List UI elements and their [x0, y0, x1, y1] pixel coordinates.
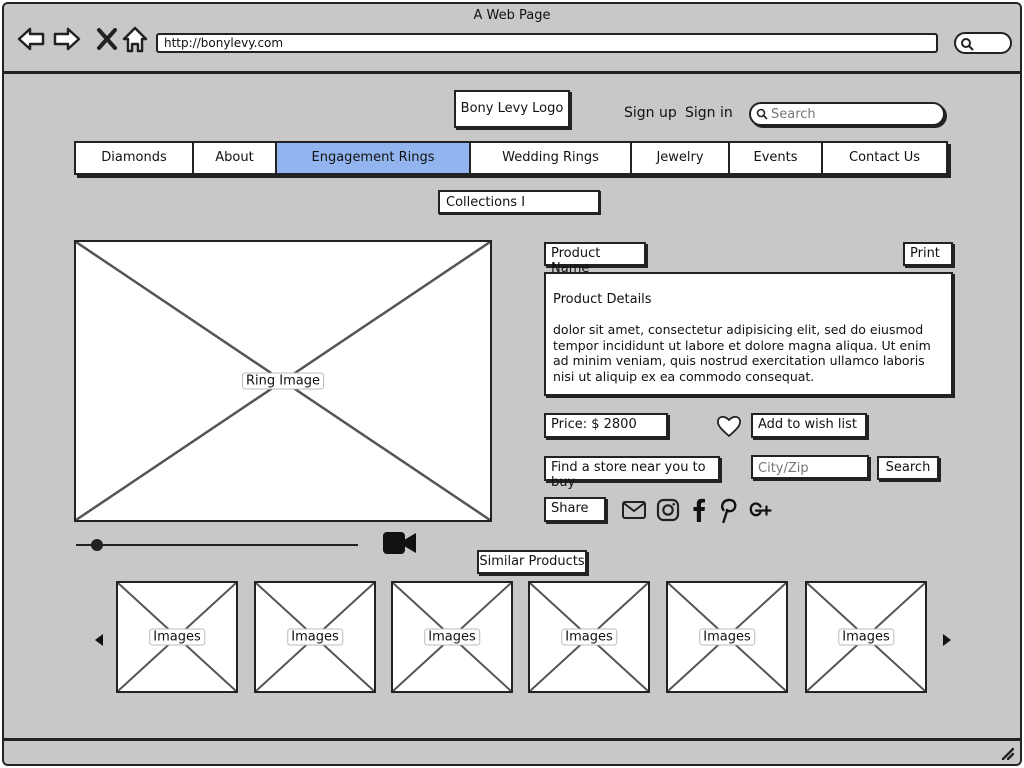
- similar-product-image[interactable]: Images: [528, 581, 650, 693]
- instagram-icon[interactable]: [655, 497, 681, 523]
- product-name: Product Name: [544, 242, 646, 276]
- pinterest-icon[interactable]: [716, 497, 740, 523]
- share-button[interactable]: Share: [544, 497, 606, 522]
- site-logo[interactable]: Bony Levy Logo: [454, 90, 570, 128]
- ring-image-placeholder: Ring Image: [74, 240, 492, 522]
- city-zip-input[interactable]: [758, 459, 863, 477]
- similar-product-label: Images: [838, 628, 894, 646]
- print-button[interactable]: Print: [903, 242, 953, 266]
- product-details: Product Details dolor sit amet, consecte…: [544, 272, 953, 396]
- similar-product-label: Images: [699, 628, 755, 646]
- similar-product-label: Images: [424, 628, 480, 646]
- browser-window: A Web Page http://bonylevy.com Bony Levy…: [2, 2, 1022, 766]
- similar-product-image[interactable]: Images: [254, 581, 376, 693]
- nav-jewelry[interactable]: Jewelry: [632, 143, 730, 173]
- media-slider-thumb[interactable]: [91, 539, 103, 551]
- similar-product-label: Images: [149, 628, 205, 646]
- media-slider-track[interactable]: [76, 544, 358, 546]
- city-zip-field[interactable]: [751, 455, 869, 479]
- facebook-icon[interactable]: [688, 497, 710, 523]
- add-to-wish-list-button[interactable]: Add to wish list: [751, 413, 867, 438]
- similar-product-label: Images: [287, 628, 343, 646]
- product-details-body: dolor sit amet, consectetur adipisicing …: [553, 322, 931, 384]
- site-search-input[interactable]: [771, 105, 939, 123]
- collections-dropdown[interactable]: Collections I: [438, 190, 600, 214]
- nav-events[interactable]: Events: [730, 143, 823, 173]
- mail-icon[interactable]: [621, 497, 647, 523]
- nav-about[interactable]: About: [194, 143, 277, 173]
- forward-arrow-icon[interactable]: [52, 24, 82, 54]
- similar-product-image[interactable]: Images: [805, 581, 927, 693]
- product-details-title: Product Details: [553, 292, 652, 307]
- search-icon: [756, 108, 768, 120]
- url-bar[interactable]: http://bonylevy.com: [156, 33, 938, 53]
- status-bar: [4, 738, 1020, 764]
- similar-product-image[interactable]: Images: [666, 581, 788, 693]
- video-camera-icon[interactable]: [382, 530, 418, 556]
- sign-in-link[interactable]: Sign in: [685, 105, 733, 121]
- home-icon[interactable]: [120, 24, 150, 54]
- browser-toolbar: A Web Page http://bonylevy.com: [4, 4, 1020, 74]
- google-plus-icon[interactable]: [746, 497, 774, 523]
- carousel-right-arrow-icon[interactable]: [942, 633, 952, 647]
- store-search-button[interactable]: Search: [877, 456, 939, 480]
- search-icon: [961, 38, 974, 51]
- nav-contact-us[interactable]: Contact Us: [823, 143, 946, 173]
- similar-products-title: Similar Products: [477, 550, 587, 574]
- ring-image-label: Ring Image: [242, 372, 324, 390]
- similar-product-image[interactable]: Images: [391, 581, 513, 693]
- nav-engagement-rings[interactable]: Engagement Rings: [277, 143, 471, 173]
- heart-icon[interactable]: [716, 414, 742, 438]
- carousel-left-arrow-icon[interactable]: [94, 633, 104, 647]
- back-arrow-icon[interactable]: [16, 24, 46, 54]
- window-title: A Web Page: [473, 8, 551, 23]
- price-label: Price: $ 2800: [544, 413, 668, 438]
- main-nav: Diamonds About Engagement Rings Wedding …: [74, 141, 948, 175]
- resize-grip-icon[interactable]: [1000, 746, 1014, 760]
- nav-wedding-rings[interactable]: Wedding Rings: [471, 143, 632, 173]
- similar-product-label: Images: [561, 628, 617, 646]
- browser-search-field[interactable]: [954, 32, 1012, 54]
- stop-icon[interactable]: [92, 24, 122, 54]
- find-store-label: Find a store near you to buy: [544, 456, 720, 490]
- nav-diamonds[interactable]: Diamonds: [76, 143, 194, 173]
- similar-product-image[interactable]: Images: [116, 581, 238, 693]
- sign-up-link[interactable]: Sign up: [624, 105, 677, 121]
- site-search-field[interactable]: [749, 102, 945, 126]
